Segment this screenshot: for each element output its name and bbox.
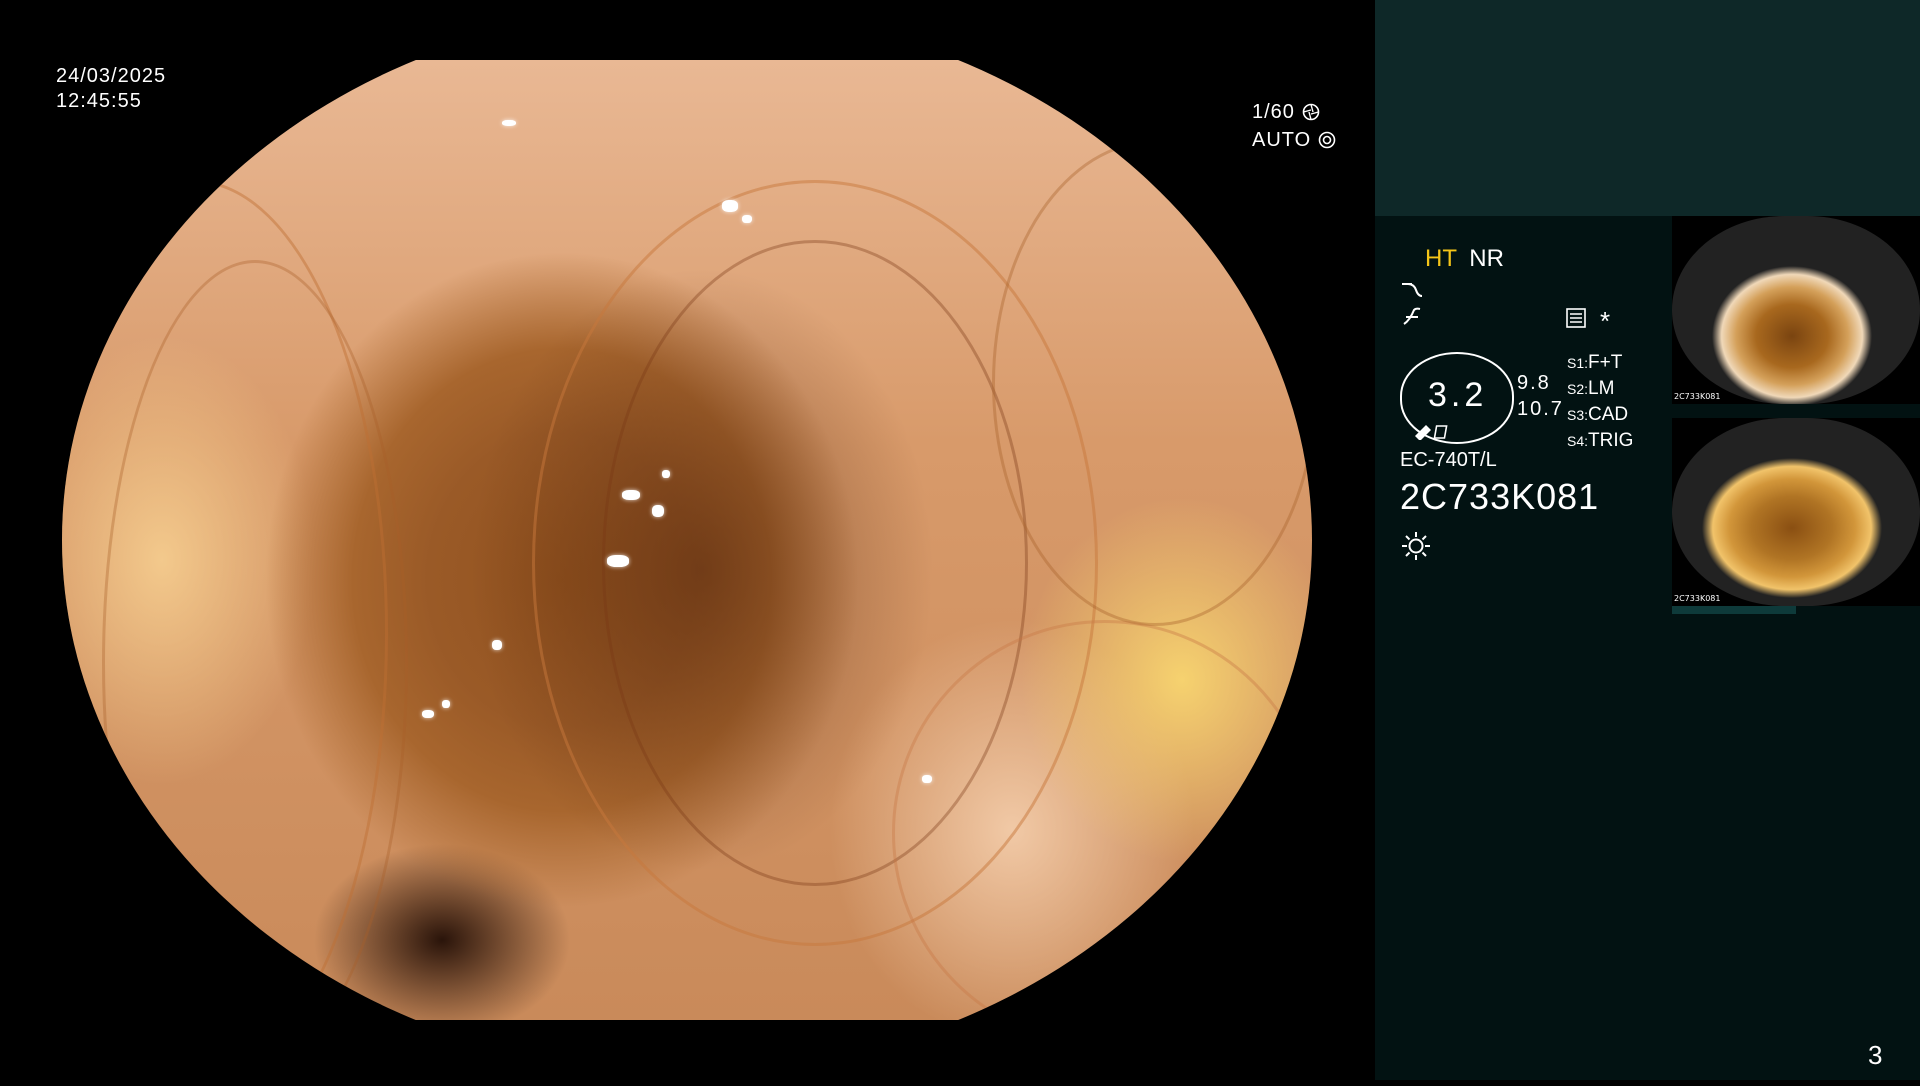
ht-mode: HT [1425, 245, 1457, 272]
switch-list: S1:F+T S2:LM S3:CAD S4:TRIG [1567, 350, 1633, 454]
nr-mode: NR [1469, 245, 1504, 272]
aperture-icon [1302, 103, 1319, 121]
thumbnail-1-label: 2C733K081 [1674, 392, 1721, 401]
date-text: 24/03/2025 [56, 65, 167, 87]
color-curve-icon [1403, 307, 1421, 325]
shutter-value: 1/60 [1252, 101, 1295, 123]
zoom-value: 3.2 [1428, 376, 1488, 414]
thumbnail-2[interactable]: 2C733K081 [1672, 418, 1920, 606]
scope-serial: 2C733K081 [1400, 476, 1600, 517]
endoscope-view [62, 60, 1312, 1073]
enhance-curve-icon [1402, 283, 1423, 297]
scope-model: EC-740T/L [1400, 449, 1497, 471]
asterisk-indicator: * [1600, 306, 1611, 336]
info-panel-header [1375, 0, 1920, 216]
thumbnail-scroll-indicator [1672, 606, 1796, 614]
value-top: 9.8 [1517, 372, 1551, 394]
switch-item: S2:LM [1567, 378, 1615, 399]
thumbnail-1[interactable]: 2C733K081 [1672, 216, 1920, 404]
page-number: 3 [1868, 1040, 1883, 1070]
switch-item: S1:F+T [1567, 352, 1623, 373]
iris-mode: AUTO [1252, 128, 1336, 153]
pencil-icon [1415, 425, 1448, 440]
mode-indicator: HT NR [1425, 245, 1504, 273]
iris-value: AUTO [1252, 129, 1312, 151]
settings-panel-icon [1566, 308, 1586, 328]
light-source-icon [1402, 532, 1430, 560]
switch-item: S3:CAD [1567, 404, 1629, 425]
thumbnail-2-label: 2C733K081 [1674, 594, 1721, 603]
target-icon [1318, 131, 1336, 149]
switch-item: S4:TRIG [1567, 430, 1634, 451]
shutter-speed: 1/60 [1252, 100, 1320, 125]
time-text: 12:45:55 [56, 90, 142, 112]
value-bottom: 10.7 [1517, 398, 1564, 420]
